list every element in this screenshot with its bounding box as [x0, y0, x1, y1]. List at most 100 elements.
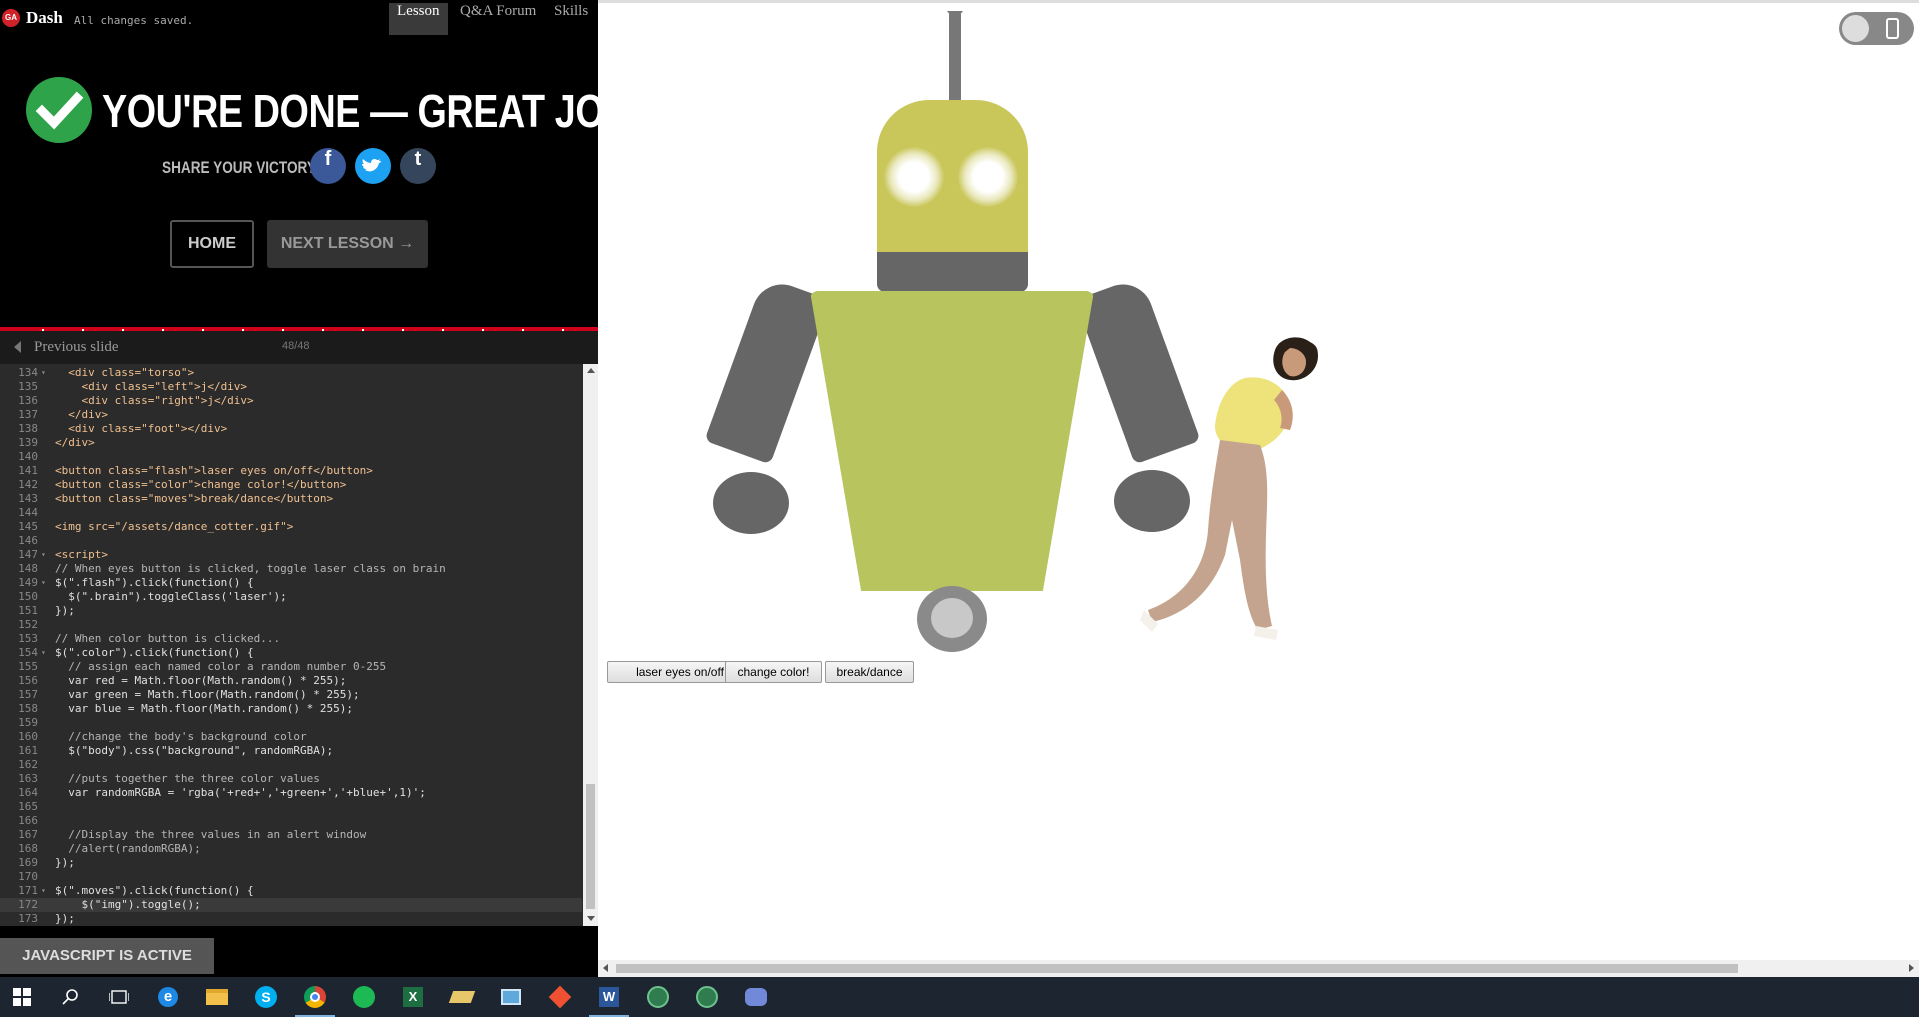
git-icon[interactable] — [540, 982, 580, 1012]
remote-desktop-icon[interactable] — [491, 982, 531, 1012]
code-line[interactable]: 137 </div> — [0, 408, 582, 422]
editor-vertical-scrollbar[interactable] — [583, 364, 598, 926]
code-line[interactable]: 165 — [0, 800, 582, 814]
horizontal-scroll-thumb[interactable] — [616, 964, 1738, 973]
line-number: 157 — [18, 688, 38, 701]
notes-icon[interactable] — [442, 982, 482, 1012]
code-line[interactable]: 167 //Display the three values in an ale… — [0, 828, 582, 842]
line-number: 151 — [18, 604, 38, 617]
break-dance-button[interactable]: break/dance — [825, 661, 914, 683]
code-line[interactable]: 141 <button class="flash">laser eyes on/o… — [0, 464, 582, 478]
line-number: 153 — [18, 632, 38, 645]
word-icon[interactable]: W — [589, 982, 629, 1017]
code-text: }); — [55, 912, 75, 925]
previous-arrow-icon[interactable] — [14, 341, 21, 353]
javascript-active-button[interactable]: JAVASCRIPT IS ACTIVE — [0, 938, 214, 974]
code-line[interactable]: 154 ▾ $(".color").click(function() { — [0, 646, 582, 660]
code-line[interactable]: 162 — [0, 758, 582, 772]
code-line[interactable]: 148 // When eyes button is clicked, toggl… — [0, 562, 582, 576]
next-lesson-button[interactable]: NEXT LESSON → — [267, 220, 428, 268]
code-line[interactable]: 171 ▾ $(".moves").click(function() { — [0, 884, 582, 898]
code-line[interactable]: 151}); — [0, 604, 582, 618]
fold-arrow-icon[interactable]: ▾ — [41, 646, 46, 660]
fold-arrow-icon[interactable]: ▾ — [41, 366, 46, 380]
scroll-up-arrow-icon[interactable] — [587, 368, 595, 373]
code-line[interactable]: 150 $(".brain").toggleClass('laser'); — [0, 590, 582, 604]
code-line[interactable]: 147 ▾ <script> — [0, 548, 582, 562]
scroll-left-arrow-icon[interactable] — [603, 964, 608, 972]
preview-horizontal-scrollbar[interactable] — [598, 960, 1919, 977]
spotify-icon[interactable] — [344, 982, 384, 1012]
edge-icon[interactable]: e — [148, 982, 188, 1012]
code-line[interactable]: 158 var blue = Math.floor(Math.random() … — [0, 702, 582, 716]
line-number: 145 — [18, 520, 38, 533]
twitter-share-icon[interactable] — [355, 148, 391, 184]
skype-icon[interactable]: S — [246, 982, 286, 1012]
code-line[interactable]: 143 <button class="moves">break/dance</bu… — [0, 492, 582, 506]
code-text: }); — [55, 856, 75, 869]
mobile-view-toggle[interactable] — [1839, 12, 1914, 45]
code-line[interactable]: 168 //alert(randomRGBA); — [0, 842, 582, 856]
code-line[interactable]: 135 <div class="left">j</div> — [0, 380, 582, 394]
change-color-button[interactable]: change color! — [725, 661, 822, 683]
code-line[interactable]: 159 — [0, 716, 582, 730]
code-line[interactable]: 140 — [0, 450, 582, 464]
code-text: $(".flash").click(function() { — [55, 576, 254, 589]
code-line[interactable]: 155 // assign each named color a random … — [0, 660, 582, 674]
completion-title: YOU'RE DONE — GREAT JOB! — [102, 85, 644, 137]
code-line[interactable]: 157 var green = Math.floor(Math.random()… — [0, 688, 582, 702]
atom-icon[interactable] — [687, 982, 727, 1012]
scroll-down-arrow-icon[interactable] — [587, 916, 595, 921]
code-line[interactable]: 173}); — [0, 912, 582, 926]
code-line[interactable]: 161 $("body").css("background", randomRG… — [0, 744, 582, 758]
excel-icon[interactable]: X — [393, 982, 433, 1012]
code-line[interactable]: 136 <div class="right">j</div> — [0, 394, 582, 408]
code-line[interactable]: 152 — [0, 618, 582, 632]
code-line[interactable]: 139 </div> — [0, 436, 582, 450]
code-line[interactable]: 153 // When color button is clicked... — [0, 632, 582, 646]
robot-left-hand — [713, 472, 789, 534]
code-line[interactable]: 149 ▾ $(".flash").click(function() { — [0, 576, 582, 590]
fold-arrow-icon[interactable]: ▾ — [41, 576, 46, 590]
code-line[interactable]: 134 ▾ <div class="torso"> — [0, 366, 582, 380]
code-line[interactable]: 144 — [0, 506, 582, 520]
lesson-panel: GA Dash All changes saved. Lesson Q&A Fo… — [0, 0, 644, 977]
code-line[interactable]: 160 //change the body's background color — [0, 730, 582, 744]
scroll-thumb[interactable] — [586, 784, 595, 909]
ga-logo-icon[interactable]: GA — [2, 9, 20, 27]
tumblr-share-icon[interactable]: t — [400, 148, 436, 184]
tab-lesson[interactable]: Lesson — [389, 3, 448, 35]
tab-qa-forum[interactable]: Q&A Forum — [452, 3, 544, 35]
tab-skills[interactable]: Skills — [546, 3, 596, 35]
line-number: 171 — [18, 884, 38, 897]
task-view-icon[interactable] — [99, 982, 139, 1012]
search-icon[interactable] — [51, 982, 91, 1012]
code-line[interactable]: 164 var randomRGBA = 'rgba('+red+','+gre… — [0, 786, 582, 800]
windows-start-icon[interactable] — [2, 982, 42, 1012]
line-number: 164 — [18, 786, 38, 799]
code-line[interactable]: 166 — [0, 814, 582, 828]
code-line[interactable]: 156 var red = Math.floor(Math.random() *… — [0, 674, 582, 688]
code-line[interactable]: 170 — [0, 870, 582, 884]
code-line[interactable]: 172 $("img").toggle(); — [0, 898, 582, 912]
code-line[interactable]: 142 <button class="color">change color!</… — [0, 478, 582, 492]
file-explorer-icon[interactable] — [197, 982, 237, 1012]
code-line[interactable]: 138 <div class="foot"></div> — [0, 422, 582, 436]
code-editor[interactable]: 134 ▾ <div class="torso"> 135 <div class="… — [0, 364, 598, 926]
discord-icon[interactable] — [736, 982, 776, 1012]
app-name[interactable]: Dash — [26, 8, 63, 28]
fold-arrow-icon[interactable]: ▾ — [41, 548, 46, 562]
line-number: 143 — [18, 492, 38, 505]
home-button[interactable]: HOME — [170, 220, 254, 268]
previous-slide-link[interactable]: Previous slide — [34, 339, 119, 356]
chrome-icon[interactable] — [295, 982, 335, 1017]
code-text: // assign each named color a random numb… — [55, 660, 387, 673]
code-line[interactable]: 146 — [0, 534, 582, 548]
atom-icon[interactable] — [638, 982, 678, 1012]
code-line[interactable]: 169}); — [0, 856, 582, 870]
code-line[interactable]: 163 //puts together the three color valu… — [0, 772, 582, 786]
fold-arrow-icon[interactable]: ▾ — [41, 884, 46, 898]
scroll-right-arrow-icon[interactable] — [1909, 964, 1914, 972]
facebook-share-icon[interactable]: f — [310, 148, 346, 184]
code-line[interactable]: 145 <img src="/assets/dance_cotter.gif"> — [0, 520, 582, 534]
